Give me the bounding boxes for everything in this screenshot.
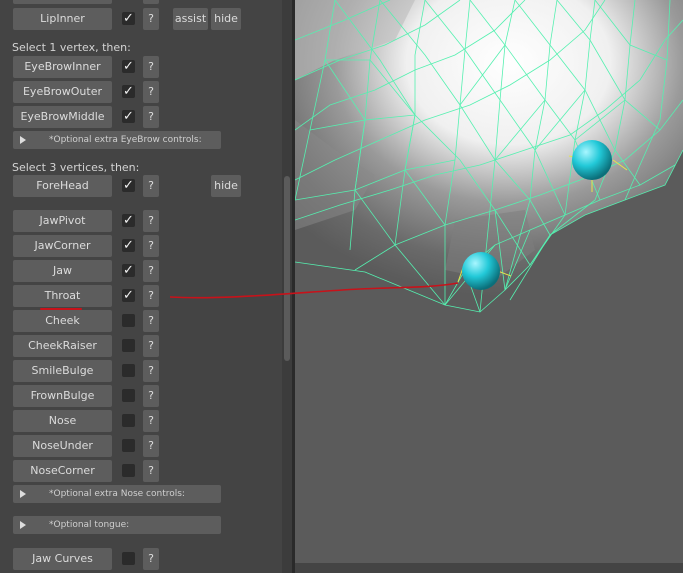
- tongue-label: *Optional tongue:: [49, 520, 130, 530]
- expand-triangle-icon[interactable]: [20, 136, 26, 144]
- lip-inner-assist-button[interactable]: assist: [173, 8, 208, 30]
- cheek-checkbox[interactable]: [122, 314, 135, 327]
- section-label-3-vertices: Select 3 vertices, then:: [12, 161, 140, 174]
- jaw-help-button[interactable]: ?: [143, 260, 159, 282]
- eyebrow-middle-checkbox[interactable]: ✓: [122, 110, 135, 123]
- jaw-pivot-button[interactable]: JawPivot: [13, 210, 112, 232]
- smile-bulge-help-button[interactable]: ?: [143, 360, 159, 382]
- jaw-curves-help-button[interactable]: ?: [143, 548, 159, 570]
- cheek-button[interactable]: Cheek: [13, 310, 112, 332]
- forehead-checkbox[interactable]: ✓: [122, 179, 135, 192]
- mesh-render: [295, 0, 683, 573]
- forehead-help-button[interactable]: ?: [143, 175, 159, 197]
- nose-corner-help-button[interactable]: ?: [143, 460, 159, 482]
- jaw-curves-button[interactable]: Jaw Curves: [13, 548, 112, 570]
- nose-button[interactable]: Nose: [13, 410, 112, 432]
- smile-bulge-button[interactable]: SmileBulge: [13, 360, 112, 382]
- panel-scrollbar-thumb[interactable]: [284, 176, 290, 361]
- nose-checkbox[interactable]: [122, 414, 135, 427]
- throat-sphere-icon[interactable]: [462, 252, 500, 290]
- eyebrow-middle-button[interactable]: EyeBrowMiddle: [13, 106, 112, 128]
- throat-button[interactable]: Throat: [13, 285, 112, 307]
- expand-triangle-icon[interactable]: [20, 521, 26, 529]
- clipped-button-top[interactable]: [13, 0, 112, 4]
- section-label-1-vertex: Select 1 vertex, then:: [12, 41, 131, 54]
- eyebrow-outer-help-button[interactable]: ?: [143, 81, 159, 103]
- cheek-help-button[interactable]: ?: [143, 310, 159, 332]
- jaw-corner-help-button[interactable]: ?: [143, 235, 159, 257]
- expand-triangle-icon[interactable]: [20, 490, 26, 498]
- jaw-corner-checkbox[interactable]: ✓: [122, 239, 135, 252]
- frown-bulge-help-button[interactable]: ?: [143, 385, 159, 407]
- nose-corner-button[interactable]: NoseCorner: [13, 460, 112, 482]
- jaw-corner-sphere-icon[interactable]: [572, 140, 612, 180]
- forehead-button[interactable]: ForeHead: [13, 175, 112, 197]
- forehead-hide-button[interactable]: hide: [211, 175, 241, 197]
- lip-inner-button[interactable]: LipInner: [13, 8, 112, 30]
- eyebrow-extra-label: *Optional extra EyeBrow controls:: [49, 135, 202, 145]
- jaw-corner-button[interactable]: JawCorner: [13, 235, 112, 257]
- throat-help-button[interactable]: ?: [143, 285, 159, 307]
- throat-checkbox[interactable]: ✓: [122, 289, 135, 302]
- lip-inner-help-button[interactable]: ?: [143, 8, 159, 30]
- eyebrow-middle-help-button[interactable]: ?: [143, 106, 159, 128]
- nose-under-checkbox[interactable]: [122, 439, 135, 452]
- smile-bulge-checkbox[interactable]: [122, 364, 135, 377]
- eyebrow-inner-help-button[interactable]: ?: [143, 56, 159, 78]
- rig-controls-panel: LipInner ✓ ? assist hide Select 1 vertex…: [0, 0, 282, 573]
- nose-under-help-button[interactable]: ?: [143, 435, 159, 457]
- frown-bulge-checkbox[interactable]: [122, 389, 135, 402]
- nose-extra-frame[interactable]: *Optional extra Nose controls:: [13, 485, 221, 503]
- jaw-curves-checkbox[interactable]: [122, 552, 135, 565]
- jaw-checkbox[interactable]: ✓: [122, 264, 135, 277]
- nose-help-button[interactable]: ?: [143, 410, 159, 432]
- eyebrow-extra-frame[interactable]: *Optional extra EyeBrow controls:: [13, 131, 221, 149]
- eyebrow-outer-checkbox[interactable]: ✓: [122, 85, 135, 98]
- nose-extra-label: *Optional extra Nose controls:: [49, 489, 185, 499]
- cheek-raiser-help-button[interactable]: ?: [143, 335, 159, 357]
- nose-corner-checkbox[interactable]: [122, 464, 135, 477]
- eyebrow-outer-button[interactable]: EyeBrowOuter: [13, 81, 112, 103]
- lip-inner-hide-button[interactable]: hide: [211, 8, 241, 30]
- tongue-frame[interactable]: *Optional tongue:: [13, 516, 221, 534]
- jaw-pivot-checkbox[interactable]: ✓: [122, 214, 135, 227]
- lip-inner-checkbox[interactable]: ✓: [122, 12, 135, 25]
- cheek-raiser-button[interactable]: CheekRaiser: [13, 335, 112, 357]
- jaw-pivot-help-button[interactable]: ?: [143, 210, 159, 232]
- frown-bulge-button[interactable]: FrownBulge: [13, 385, 112, 407]
- nose-under-button[interactable]: NoseUnder: [13, 435, 112, 457]
- eyebrow-inner-checkbox[interactable]: ✓: [122, 60, 135, 73]
- eyebrow-inner-button[interactable]: EyeBrowInner: [13, 56, 112, 78]
- cheek-raiser-checkbox[interactable]: [122, 339, 135, 352]
- jaw-button[interactable]: Jaw: [13, 260, 112, 282]
- 3d-viewport[interactable]: [295, 0, 683, 573]
- clipped-help-top[interactable]: [143, 0, 159, 4]
